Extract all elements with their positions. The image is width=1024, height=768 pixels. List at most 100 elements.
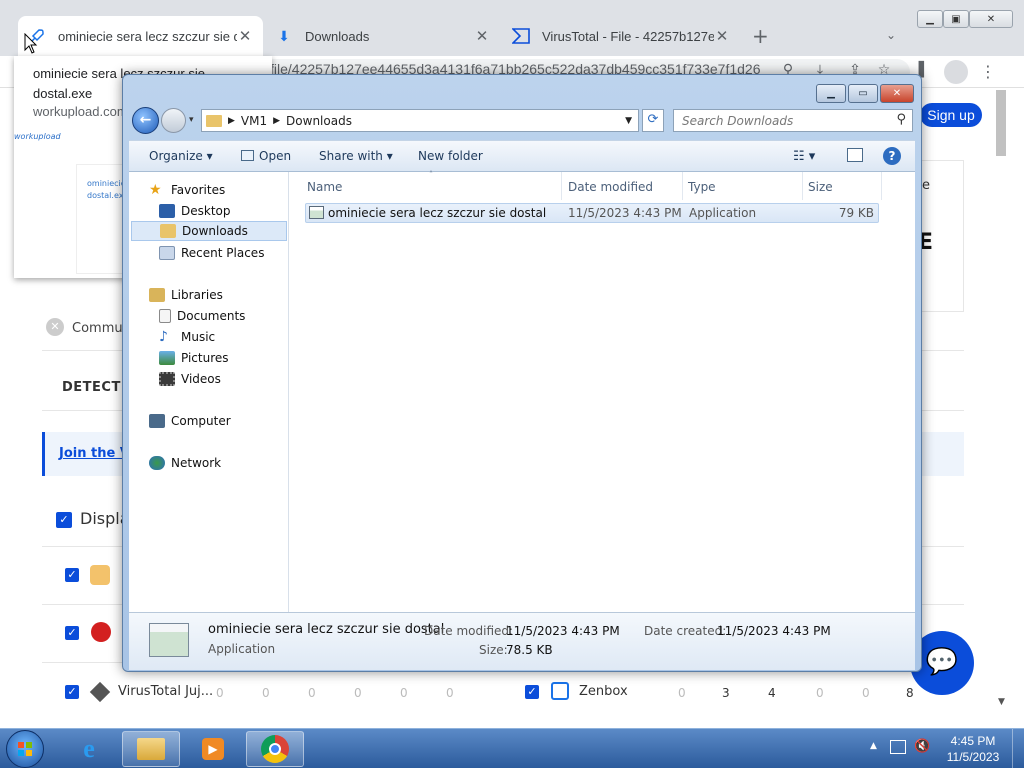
stat-value: 0: [308, 686, 316, 700]
engine-checkbox[interactable]: ✓: [65, 568, 79, 582]
nav-pictures[interactable]: Pictures: [159, 348, 229, 368]
engine-checkbox[interactable]: ✓: [65, 626, 79, 640]
nav-label: Recent Places: [181, 246, 265, 260]
column-divider[interactable]: [561, 172, 562, 200]
mouse-cursor-icon: [24, 32, 38, 58]
nav-label: Computer: [171, 414, 231, 428]
engine-checkbox[interactable]: ✓: [525, 685, 539, 699]
explorer-maximize-button[interactable]: ▭: [848, 84, 878, 103]
view-options-icon[interactable]: ☷ ▾: [793, 149, 815, 164]
community-close-icon[interactable]: ✕: [46, 318, 64, 336]
folder-icon: [137, 738, 165, 760]
nav-music[interactable]: ♪ Music: [159, 327, 215, 347]
close-icon[interactable]: ✕: [237, 27, 253, 45]
tab-downloads[interactable]: ⬇ Downloads ✕: [265, 16, 500, 56]
explorer-taskbar-button[interactable]: [122, 731, 180, 767]
close-icon[interactable]: ✕: [474, 27, 490, 45]
menu-dots-icon[interactable]: ⋮: [978, 62, 998, 82]
share-with-button[interactable]: Share with ▾: [319, 149, 393, 163]
help-icon[interactable]: ?: [883, 147, 901, 165]
new-folder-button[interactable]: New folder: [418, 149, 483, 163]
start-button[interactable]: [6, 730, 44, 768]
nav-computer[interactable]: Computer: [149, 411, 231, 431]
tab-label: VirusTotal - File - 42257b127ee44655d3a4…: [542, 28, 714, 44]
nav-label: Documents: [177, 309, 246, 323]
breadcrumb-downloads[interactable]: Downloads: [286, 114, 352, 128]
media-player-button[interactable]: ▶: [184, 731, 242, 767]
nav-recent-places[interactable]: Recent Places: [159, 243, 264, 263]
column-divider[interactable]: [802, 172, 803, 200]
engine-logo-icon: [91, 622, 111, 642]
details-modified-label: Date modified:: [424, 624, 514, 638]
maximize-button[interactable]: ▣: [943, 10, 969, 28]
nav-videos[interactable]: Videos: [159, 369, 221, 389]
volume-muted-icon[interactable]: 🔇: [914, 739, 930, 754]
column-header-type[interactable]: Type: [688, 180, 716, 194]
column-divider[interactable]: [881, 172, 882, 200]
page-scrollbar[interactable]: [994, 88, 1008, 716]
download-icon: ⬇: [278, 27, 290, 44]
clock-date[interactable]: 11/5/2023: [944, 750, 1002, 764]
file-row[interactable]: ominiecie sera lecz szczur sie dostal 11…: [305, 203, 879, 223]
back-arrow-icon[interactable]: ←: [132, 107, 159, 134]
nav-downloads[interactable]: Downloads: [131, 221, 287, 241]
clock-time[interactable]: 4:45 PM: [948, 734, 998, 748]
engine-name: Zenbox: [579, 684, 628, 699]
page-scrollbar-thumb[interactable]: [996, 90, 1006, 156]
column-header-size[interactable]: Size: [808, 180, 833, 194]
scroll-down-icon[interactable]: ▼: [998, 697, 1005, 707]
tab-virustotal[interactable]: VirusTotal - File - 42257b127ee44655d3a4…: [502, 16, 740, 56]
minimize-button[interactable]: ▁: [917, 10, 943, 28]
stat-value: 0: [262, 686, 270, 700]
column-divider[interactable]: [682, 172, 683, 200]
search-input[interactable]: Search Downloads ⚲: [673, 109, 913, 132]
desktop-icon: [159, 204, 175, 218]
column-header-date[interactable]: Date modified: [568, 180, 653, 194]
stat-value: 0: [816, 686, 824, 700]
breadcrumb-vm1[interactable]: VM1: [241, 114, 267, 128]
preview-pane-icon[interactable]: [847, 148, 863, 162]
nav-libraries[interactable]: Libraries: [149, 285, 223, 305]
show-desktop-button[interactable]: [1012, 729, 1024, 768]
stat-value: 0: [678, 686, 686, 700]
address-dropdown-icon[interactable]: ▼: [625, 116, 632, 126]
videos-icon: [159, 372, 175, 386]
profile-avatar[interactable]: [944, 60, 968, 84]
display-checkbox[interactable]: ✓: [56, 512, 72, 528]
join-link[interactable]: Join the V: [59, 446, 130, 461]
engine-checkbox[interactable]: ✓: [65, 685, 79, 699]
address-breadcrumb[interactable]: ▶ VM1 ▶ Downloads ▼: [201, 109, 639, 132]
open-icon: [241, 150, 254, 161]
recent-pages-chevron-icon[interactable]: ▾: [189, 115, 194, 125]
tab-download-file[interactable]: ominiecie sera lecz szczur sie dostal.ex…: [18, 16, 263, 56]
nav-favorites[interactable]: ★ Favorites: [149, 180, 225, 200]
nav-network[interactable]: Network: [149, 453, 221, 473]
new-tab-button[interactable]: +: [752, 24, 769, 48]
chrome-taskbar-button[interactable]: [246, 731, 304, 767]
organize-button[interactable]: Organize ▾: [149, 149, 213, 163]
sign-up-button[interactable]: Sign up: [920, 103, 982, 127]
internet-explorer-button[interactable]: e: [60, 731, 118, 767]
workupload-logo: workupload: [14, 132, 61, 141]
tab-label: Downloads: [305, 28, 370, 44]
breadcrumb-separator-icon[interactable]: ▶: [273, 116, 280, 126]
forward-arrow-icon[interactable]: [161, 108, 186, 133]
tab-search-chevron-icon[interactable]: ⌄: [886, 28, 896, 42]
explorer-minimize-button[interactable]: ▁: [816, 84, 846, 103]
right-card-text: e: [922, 178, 930, 193]
share-label: Share with: [319, 149, 383, 163]
juju-cube-icon: [89, 681, 111, 703]
network-tray-icon[interactable]: [890, 740, 906, 754]
column-header-name[interactable]: Name: [307, 180, 342, 194]
refresh-icon[interactable]: ⟳: [642, 109, 664, 132]
breadcrumb-separator-icon[interactable]: ▶: [228, 116, 235, 126]
stat-value: 0: [862, 686, 870, 700]
close-icon[interactable]: ✕: [714, 27, 730, 45]
search-icon[interactable]: ⚲: [896, 112, 906, 127]
explorer-close-button[interactable]: ✕: [880, 84, 914, 103]
nav-desktop[interactable]: Desktop: [159, 201, 231, 221]
open-button[interactable]: Open: [241, 149, 291, 163]
close-window-button[interactable]: ✕: [969, 10, 1013, 28]
nav-documents[interactable]: Documents: [159, 306, 245, 326]
show-hidden-icons-icon[interactable]: ▲: [870, 741, 877, 751]
